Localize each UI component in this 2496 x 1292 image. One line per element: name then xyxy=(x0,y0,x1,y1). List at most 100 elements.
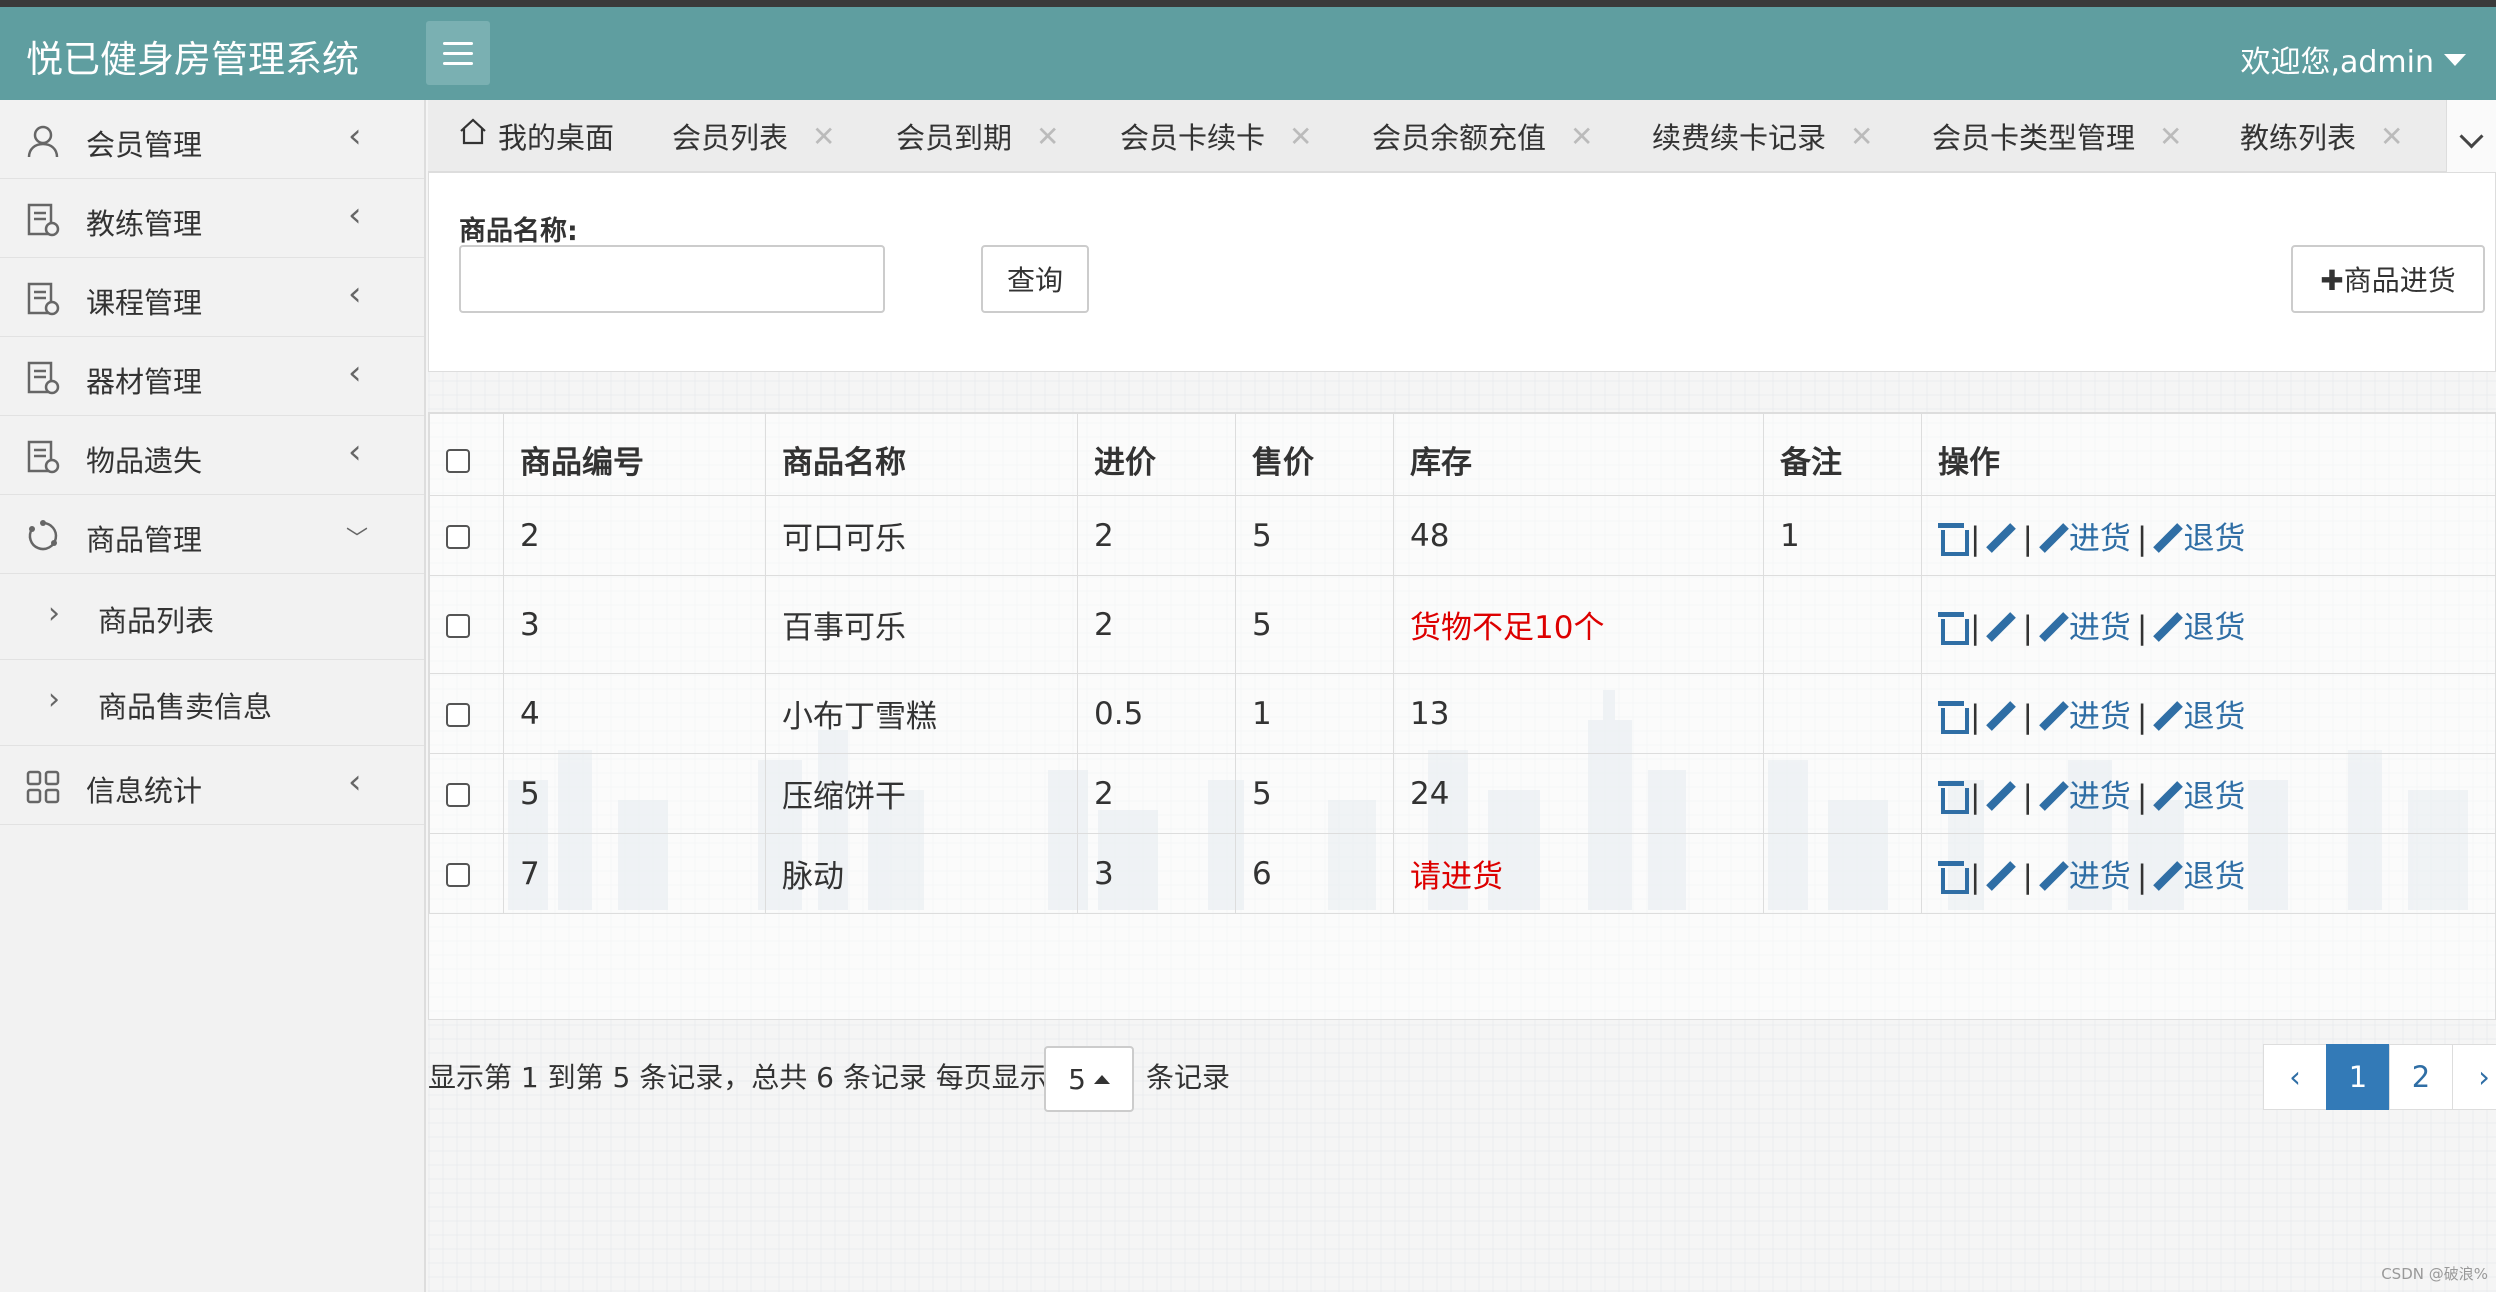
goods-table-panel: 商品编号 商品名称 进价 售价 库存 备注 操作 2 可口可乐 2 5 48 1 | | 进货 |… xyxy=(428,412,2496,1020)
caret-down-icon xyxy=(2444,54,2466,66)
column-header[interactable]: 备注 xyxy=(1763,413,1922,496)
search-button[interactable]: 查询 xyxy=(981,245,1089,313)
tab-label: 会员卡续卡 xyxy=(1120,121,1266,155)
tab-bar: 我的桌面 会员列表 ✕ 会员到期 ✕ 会员卡续卡 ✕ 会员余额充值 ✕ 续费续卡记录 ✕ … xyxy=(428,100,2496,172)
page-button-2[interactable]: 2 xyxy=(2389,1044,2453,1110)
cell-name: 百事可乐 xyxy=(765,575,1078,674)
search-label: 商品名称: xyxy=(459,216,578,247)
cell-note xyxy=(1763,833,1922,914)
close-icon[interactable]: ✕ xyxy=(1036,120,1059,153)
restock-link[interactable]: 进货 xyxy=(2039,610,2131,646)
cell-stock: 请进货 xyxy=(1393,833,1764,914)
column-header: 操作 xyxy=(1921,413,2496,496)
column-header[interactable]: 商品名称 xyxy=(765,413,1078,496)
delete-icon[interactable] xyxy=(1938,779,1969,814)
restock-link[interactable]: 进货 xyxy=(2039,699,2131,735)
tab-renew-records[interactable]: 续费续卡记录 ✕ xyxy=(1652,100,1873,172)
tab-member-list[interactable]: 会员列表 ✕ xyxy=(672,100,835,172)
tab-label: 续费续卡记录 xyxy=(1652,121,1827,155)
edit-icon[interactable] xyxy=(1986,701,2016,731)
delete-icon[interactable] xyxy=(1938,610,1969,645)
sidebar-item-member[interactable]: 会员管理 ‹ xyxy=(0,100,424,179)
sidebar-subitem-goods-sales[interactable]: › 商品售卖信息 xyxy=(0,660,424,746)
edit-icon[interactable] xyxy=(1986,523,2016,553)
document-icon xyxy=(27,282,60,316)
page-size-select[interactable]: 5 xyxy=(1044,1046,1134,1112)
chevron-left-icon: ‹ xyxy=(348,353,362,393)
delete-icon[interactable] xyxy=(1938,521,1969,556)
restock-link[interactable]: 进货 xyxy=(2039,779,2131,815)
delete-icon[interactable] xyxy=(1938,699,1969,734)
chevron-left-icon: ‹ xyxy=(348,432,362,472)
sidebar-item-coach[interactable]: 教练管理 ‹ xyxy=(0,179,424,258)
sidebar-item-label: 教练管理 xyxy=(86,207,203,241)
tab-label: 会员余额充值 xyxy=(1372,121,1547,155)
prev-page-button[interactable]: ‹ xyxy=(2263,1044,2327,1110)
tab-label: 我的桌面 xyxy=(498,121,615,155)
column-header[interactable]: 进价 xyxy=(1077,413,1236,496)
pagination-info-suffix: 条记录 xyxy=(1146,1061,1231,1094)
edit-icon[interactable] xyxy=(1986,861,2016,891)
tab-card-type[interactable]: 会员卡类型管理 ✕ xyxy=(1932,100,2182,172)
search-input[interactable] xyxy=(459,245,885,313)
column-header[interactable]: 售价 xyxy=(1235,413,1394,496)
select-all-checkbox[interactable] xyxy=(446,449,470,473)
pencil-icon xyxy=(2039,781,2069,811)
close-icon[interactable]: ✕ xyxy=(1570,120,1593,153)
chevron-left-icon: ‹ xyxy=(348,274,362,314)
return-link[interactable]: 退货 xyxy=(2153,779,2245,815)
delete-icon[interactable] xyxy=(1938,859,1969,894)
tab-dropdown-button[interactable] xyxy=(2446,100,2496,172)
user-menu[interactable]: 欢迎您,admin xyxy=(2240,37,2466,81)
close-icon[interactable]: ✕ xyxy=(1289,120,1312,153)
restock-link[interactable]: 进货 xyxy=(2039,521,2131,557)
row-checkbox[interactable] xyxy=(446,614,470,638)
cell-note: 1 xyxy=(1763,495,1922,576)
sidebar-item-course[interactable]: 课程管理 ‹ xyxy=(0,258,424,337)
edit-icon[interactable] xyxy=(1986,781,2016,811)
close-icon[interactable]: ✕ xyxy=(812,120,835,153)
add-stock-button[interactable]: ✚商品进货 xyxy=(2291,245,2485,313)
table-row: 7 脉动 3 6 请进货 | | 进货 | 退货 xyxy=(429,833,2496,914)
edit-icon[interactable] xyxy=(1986,612,2016,642)
cell-cost: 2 xyxy=(1077,575,1236,674)
restock-link[interactable]: 进货 xyxy=(2039,859,2131,895)
column-header[interactable]: 库存 xyxy=(1393,413,1764,496)
close-icon[interactable]: ✕ xyxy=(2380,120,2403,153)
tab-member-expire[interactable]: 会员到期 ✕ xyxy=(896,100,1059,172)
sidebar-item-statistics[interactable]: 信息统计 ‹ xyxy=(0,746,424,825)
next-page-button[interactable]: › xyxy=(2452,1044,2496,1110)
cell-note xyxy=(1763,753,1922,834)
page-button-1[interactable]: 1 xyxy=(2326,1044,2390,1110)
tab-card-renew[interactable]: 会员卡续卡 ✕ xyxy=(1120,100,1312,172)
menu-toggle-button[interactable] xyxy=(426,21,490,85)
tab-desktop[interactable]: 我的桌面 xyxy=(458,100,614,172)
row-checkbox[interactable] xyxy=(446,863,470,887)
close-icon[interactable]: ✕ xyxy=(2159,120,2182,153)
sidebar-item-label: 课程管理 xyxy=(86,286,203,320)
close-icon[interactable]: ✕ xyxy=(1850,120,1873,153)
pencil-icon xyxy=(2039,701,2069,731)
sidebar-subitem-goods-list[interactable]: › 商品列表 xyxy=(0,574,424,660)
return-link[interactable]: 退货 xyxy=(2153,610,2245,646)
table-row: 5 压缩饼干 2 5 24 | | 进货 | 退货 xyxy=(429,753,2496,834)
row-checkbox[interactable] xyxy=(446,783,470,807)
row-checkbox[interactable] xyxy=(446,703,470,727)
table-row: 3 百事可乐 2 5 货物不足10个 | | 进货 | 退货 xyxy=(429,575,2496,674)
return-link[interactable]: 退货 xyxy=(2153,859,2245,895)
tab-balance-recharge[interactable]: 会员余额充值 ✕ xyxy=(1372,100,1593,172)
tab-coach-list[interactable]: 教练列表 ✕ xyxy=(2240,100,2403,172)
sidebar-item-goods[interactable]: 商品管理 ﹀ xyxy=(0,495,424,574)
return-link[interactable]: 退货 xyxy=(2153,699,2245,735)
chevron-left-icon: ‹ xyxy=(348,116,362,156)
sidebar-item-label: 物品遗失 xyxy=(86,444,203,478)
row-checkbox[interactable] xyxy=(446,525,470,549)
sidebar-item-lost-items[interactable]: 物品遗失 ‹ xyxy=(0,416,424,495)
tab-label: 教练列表 xyxy=(2240,121,2357,155)
column-header[interactable]: 商品编号 xyxy=(503,413,766,496)
return-link[interactable]: 退货 xyxy=(2153,521,2245,557)
welcome-text: 欢迎您,admin xyxy=(2240,45,2434,80)
cell-stock: 货物不足10个 xyxy=(1393,575,1764,674)
sidebar-item-equipment[interactable]: 器材管理 ‹ xyxy=(0,337,424,416)
sidebar-item-label: 会员管理 xyxy=(86,128,203,162)
